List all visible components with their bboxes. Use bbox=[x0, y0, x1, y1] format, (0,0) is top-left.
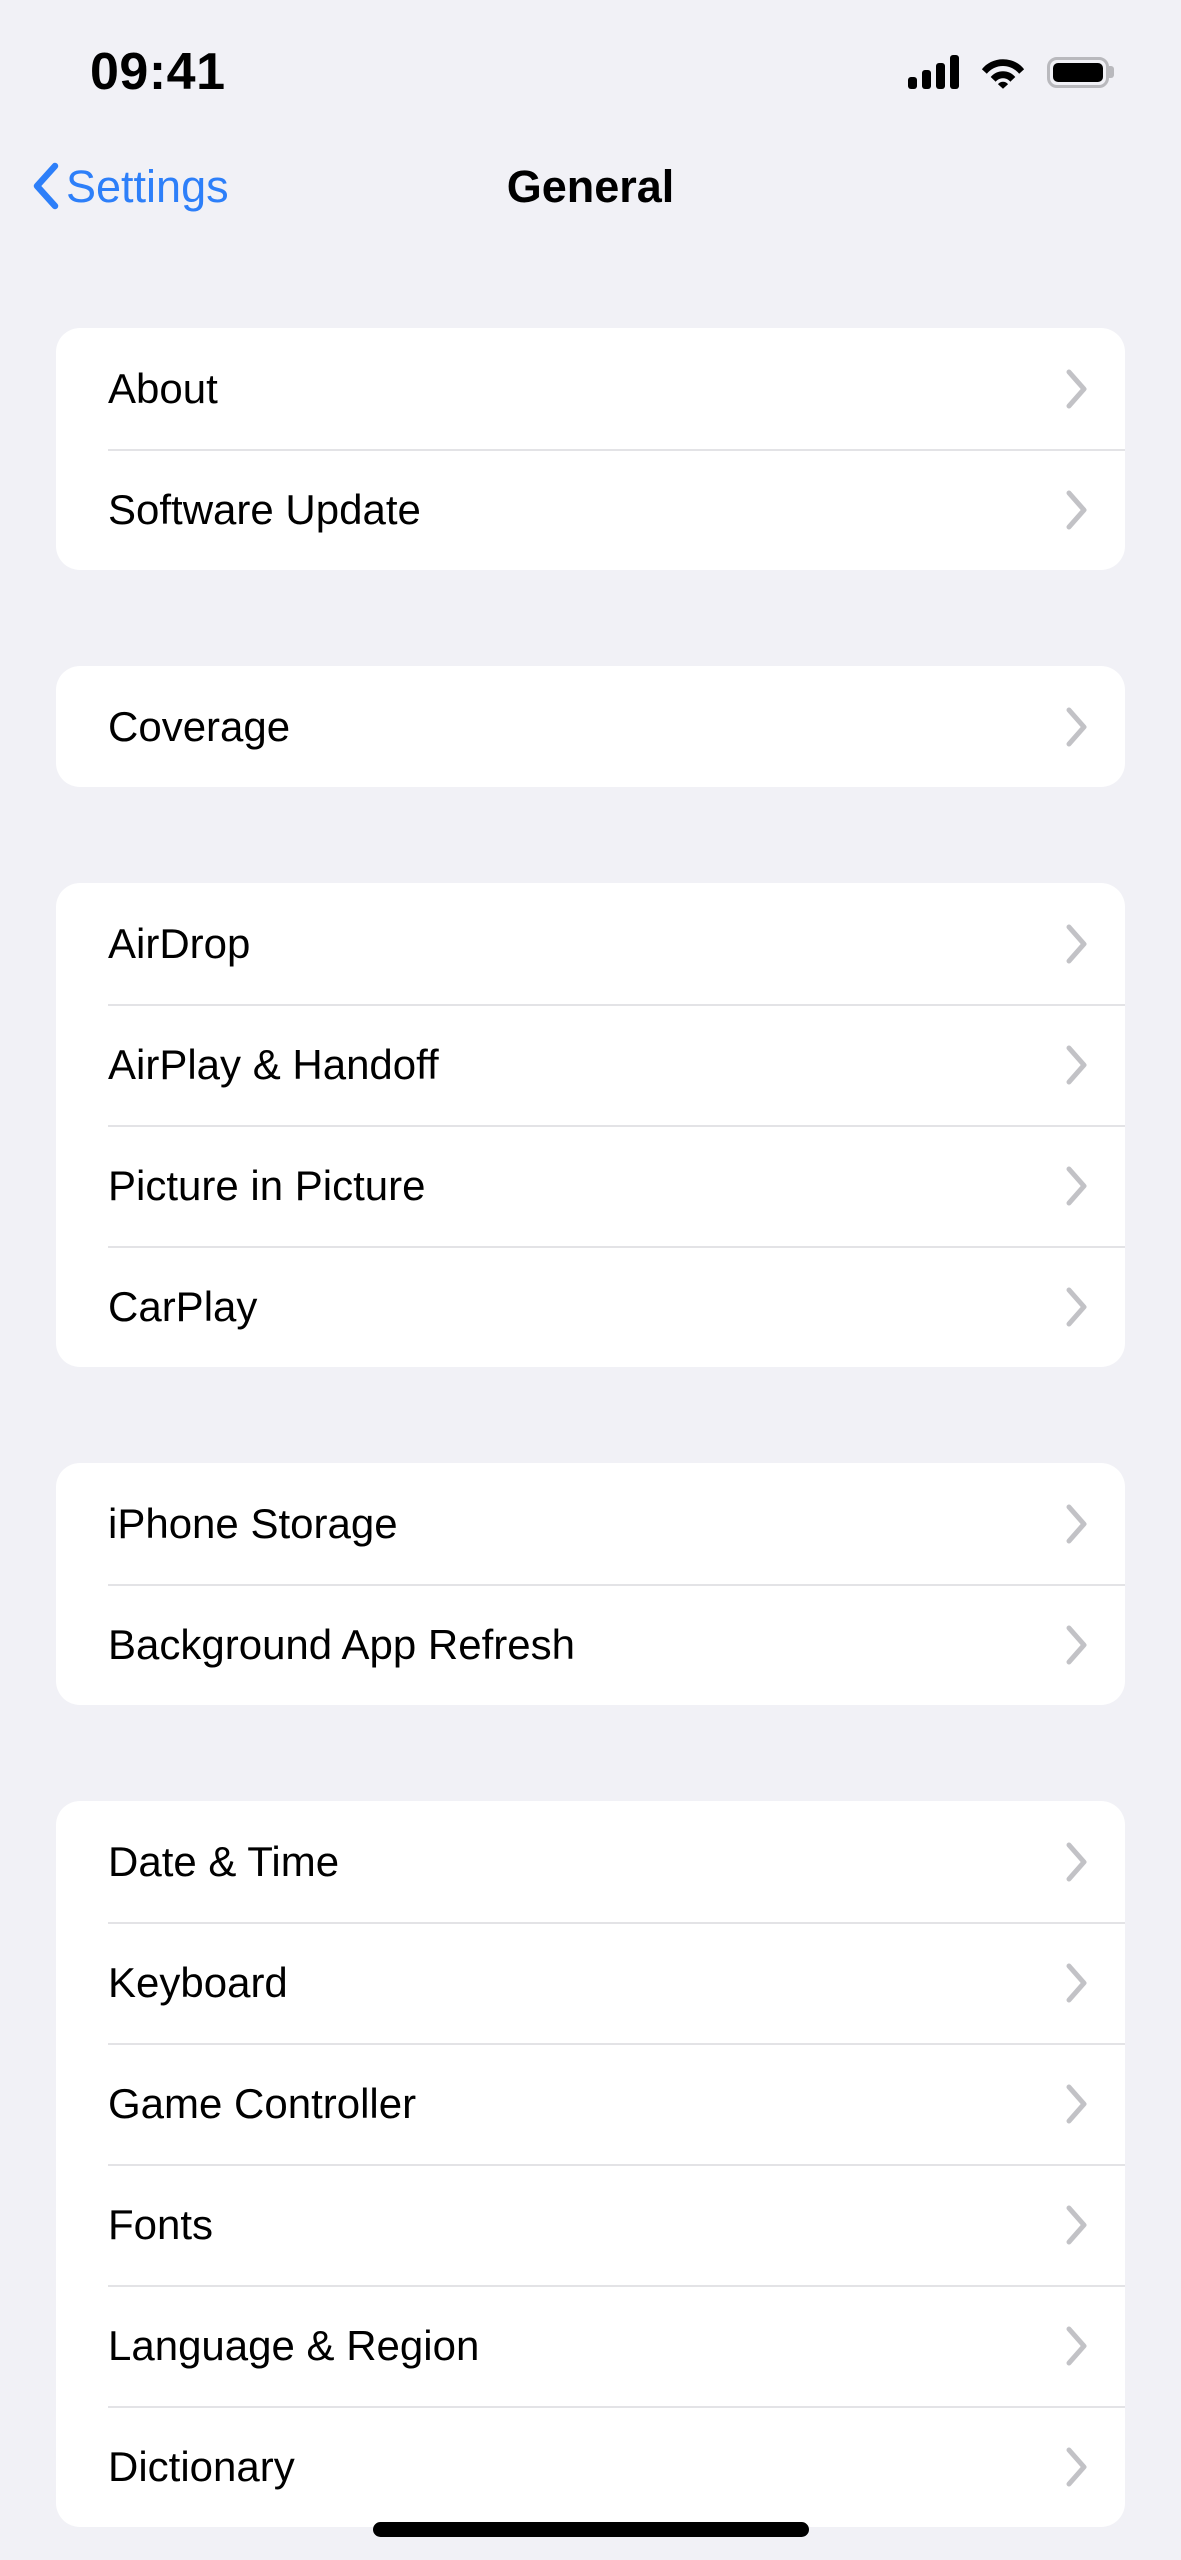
back-button-label: Settings bbox=[66, 160, 229, 212]
chevron-left-icon bbox=[33, 162, 59, 210]
list-item-label: Dictionary bbox=[108, 2442, 295, 2490]
chevron-right-icon bbox=[1066, 1504, 1087, 1543]
settings-group-localization: Date & Time Keyboard Game Controller Fon… bbox=[56, 1801, 1125, 2527]
list-item-airplay-handoff[interactable]: AirPlay & Handoff bbox=[56, 1004, 1125, 1125]
list-item-software-update[interactable]: Software Update bbox=[56, 449, 1125, 570]
cellular-signal-icon bbox=[908, 55, 959, 89]
list-item-coverage[interactable]: Coverage bbox=[56, 666, 1125, 787]
list-item-label: Game Controller bbox=[108, 2079, 417, 2127]
status-bar-icons bbox=[908, 41, 1114, 89]
settings-list: About Software Update Coverage AirDrop A… bbox=[0, 242, 1181, 2527]
list-item-game-controller[interactable]: Game Controller bbox=[56, 2043, 1125, 2164]
chevron-right-icon bbox=[1066, 2326, 1087, 2365]
iphone-settings-general-screen: 09:41 Settings General About Software Up… bbox=[0, 0, 1181, 2560]
chevron-right-icon bbox=[1066, 924, 1087, 963]
list-item-airdrop[interactable]: AirDrop bbox=[56, 883, 1125, 1004]
chevron-right-icon bbox=[1066, 1045, 1087, 1084]
list-item-language-region[interactable]: Language & Region bbox=[56, 2285, 1125, 2406]
status-bar-time: 09:41 bbox=[90, 43, 226, 101]
list-item-carplay[interactable]: CarPlay bbox=[56, 1246, 1125, 1367]
chevron-right-icon bbox=[1066, 1166, 1087, 1205]
back-button[interactable]: Settings bbox=[30, 162, 229, 210]
list-item-label: About bbox=[108, 364, 218, 412]
list-item-about[interactable]: About bbox=[56, 328, 1125, 449]
list-item-label: Date & Time bbox=[108, 1837, 340, 1885]
chevron-right-icon bbox=[1066, 1963, 1087, 2002]
list-item-keyboard[interactable]: Keyboard bbox=[56, 1922, 1125, 2043]
battery-full-icon bbox=[1047, 56, 1114, 88]
status-bar: 09:41 bbox=[0, 0, 1181, 130]
list-item-label: Keyboard bbox=[108, 1958, 288, 2006]
home-indicator-bar[interactable] bbox=[372, 2521, 809, 2537]
list-item-label: Fonts bbox=[108, 2200, 214, 2248]
battery-nub bbox=[1109, 66, 1114, 78]
chevron-right-icon bbox=[1066, 1625, 1087, 1664]
chevron-right-icon bbox=[1066, 490, 1087, 529]
home-indicator-area bbox=[0, 2498, 1181, 2560]
settings-group-connectivity: AirDrop AirPlay & Handoff Picture in Pic… bbox=[56, 883, 1125, 1367]
list-item-label: Picture in Picture bbox=[108, 1161, 426, 1209]
chevron-right-icon bbox=[1066, 2447, 1087, 2486]
battery-fill bbox=[1053, 62, 1103, 82]
list-item-picture-in-picture[interactable]: Picture in Picture bbox=[56, 1125, 1125, 1246]
list-item-label: iPhone Storage bbox=[108, 1499, 398, 1547]
list-item-background-app-refresh[interactable]: Background App Refresh bbox=[56, 1584, 1125, 1705]
settings-group-system: About Software Update bbox=[56, 328, 1125, 570]
navigation-bar: Settings General bbox=[0, 130, 1181, 242]
list-item-fonts[interactable]: Fonts bbox=[56, 2164, 1125, 2285]
chevron-right-icon bbox=[1066, 369, 1087, 408]
chevron-right-icon bbox=[1066, 2084, 1087, 2123]
wifi-icon bbox=[981, 59, 1025, 89]
chevron-right-icon bbox=[1066, 707, 1087, 746]
list-item-label: Background App Refresh bbox=[108, 1620, 575, 1668]
list-item-date-time[interactable]: Date & Time bbox=[56, 1801, 1125, 1922]
list-item-label: Coverage bbox=[108, 702, 291, 750]
list-item-label: Software Update bbox=[108, 485, 421, 533]
list-item-label: CarPlay bbox=[108, 1282, 258, 1330]
list-item-label: Language & Region bbox=[108, 2321, 480, 2369]
chevron-right-icon bbox=[1066, 1842, 1087, 1881]
chevron-right-icon bbox=[1066, 1287, 1087, 1326]
list-item-label: AirPlay & Handoff bbox=[108, 1040, 439, 1088]
list-item-label: AirDrop bbox=[108, 919, 251, 967]
settings-group-coverage: Coverage bbox=[56, 666, 1125, 787]
chevron-right-icon bbox=[1066, 2205, 1087, 2244]
page-title: General bbox=[506, 160, 675, 212]
settings-group-storage: iPhone Storage Background App Refresh bbox=[56, 1463, 1125, 1705]
list-item-iphone-storage[interactable]: iPhone Storage bbox=[56, 1463, 1125, 1584]
